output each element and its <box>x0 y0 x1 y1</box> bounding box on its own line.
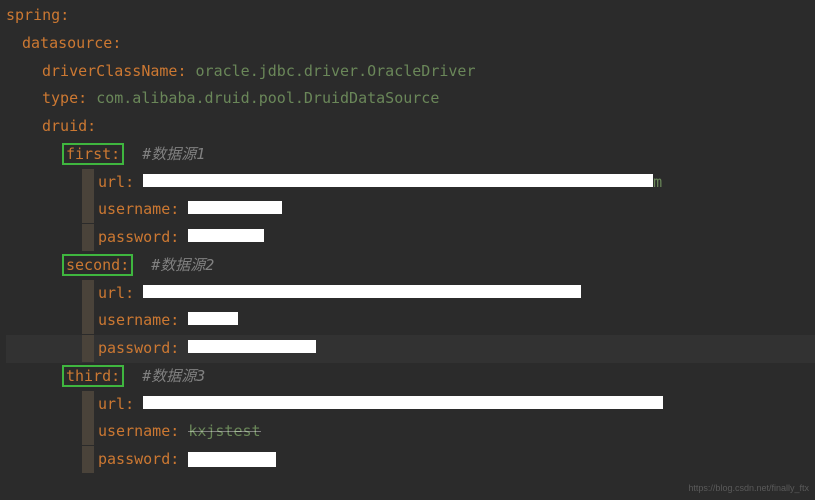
fold-guide-icon <box>82 391 94 418</box>
redacted-text <box>188 340 316 353</box>
yaml-line-url3: url: <box>6 391 815 419</box>
yaml-line-driver: driverClassName: oracle.jdbc.driver.Orac… <box>6 58 815 86</box>
yaml-line-second: second: #数据源2 <box>6 252 815 280</box>
yaml-line-username2: username: <box>6 307 815 335</box>
redacted-text <box>143 285 581 298</box>
yaml-line-druid: druid: <box>6 113 815 141</box>
fold-guide-icon <box>82 307 94 334</box>
yaml-line-password2: password: <box>6 335 815 363</box>
fold-guide-icon <box>82 446 94 473</box>
yaml-line-url1: url: m <box>6 169 815 197</box>
redacted-text <box>188 452 276 467</box>
watermark-text: https://blog.csdn.net/finally_ftx <box>688 480 809 497</box>
yaml-line-password1: password: <box>6 224 815 252</box>
yaml-comment: #数据源1 <box>142 145 205 163</box>
yaml-value: com.alibaba.druid.pool.DruidDataSource <box>96 89 439 107</box>
yaml-key: driverClassName <box>42 62 177 80</box>
yaml-line-type: type: com.alibaba.druid.pool.DruidDataSo… <box>6 85 815 113</box>
yaml-key: type <box>42 89 78 107</box>
yaml-value: oracle.jdbc.driver.OracleDriver <box>196 62 476 80</box>
yaml-comment: #数据源2 <box>151 256 214 274</box>
redacted-text <box>143 396 663 409</box>
yaml-value-struck: kxjstest <box>188 422 260 440</box>
fold-guide-icon <box>82 280 94 307</box>
yaml-line-first: first: #数据源1 <box>6 141 815 169</box>
yaml-line-spring: spring: <box>6 2 815 30</box>
yaml-line-url2: url: <box>6 280 815 308</box>
yaml-key: druid <box>42 117 87 135</box>
highlight-box-third: third: <box>62 365 124 387</box>
yaml-line-third: third: #数据源3 <box>6 363 815 391</box>
redacted-text <box>188 201 282 214</box>
fold-guide-icon <box>82 224 94 251</box>
redacted-text <box>188 229 264 242</box>
highlight-box-first: first: <box>62 143 124 165</box>
redacted-text <box>188 312 238 325</box>
yaml-comment: #数据源3 <box>142 367 205 385</box>
yaml-line-password3: password: <box>6 446 815 474</box>
fold-guide-icon <box>82 418 94 445</box>
highlight-box-second: second: <box>62 254 133 276</box>
fold-guide-icon <box>82 335 94 362</box>
yaml-key: datasource <box>22 34 112 52</box>
yaml-key: spring <box>6 6 60 24</box>
yaml-line-datasource: datasource: <box>6 30 815 58</box>
yaml-line-username1: username: <box>6 196 815 224</box>
fold-guide-icon <box>82 196 94 223</box>
yaml-line-username3: username: kxjstest <box>6 418 815 446</box>
redacted-text <box>143 174 653 187</box>
fold-guide-icon <box>82 169 94 196</box>
